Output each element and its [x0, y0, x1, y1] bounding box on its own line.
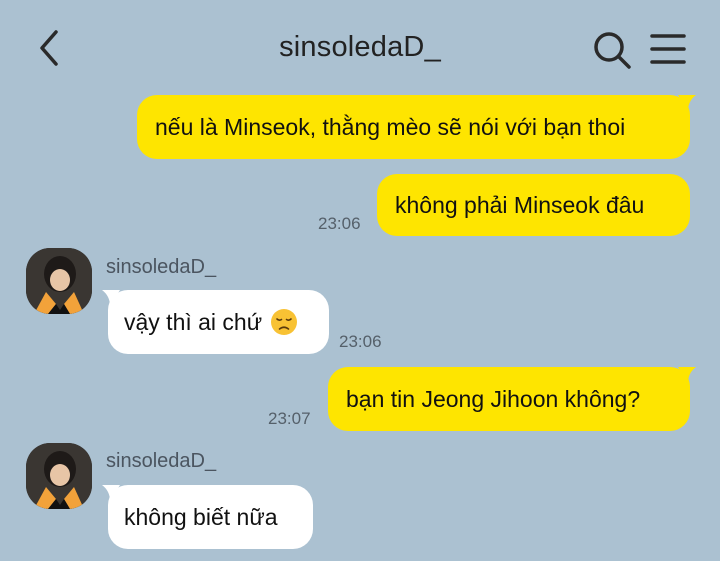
avatar[interactable]	[26, 443, 92, 509]
message-bubble-outgoing[interactable]: nếu là Minseok, thằng mèo sẽ nói với bạn…	[137, 95, 690, 159]
message-bubble-incoming[interactable]: vậy thì ai chứ	[108, 290, 329, 354]
disappointed-face-emoji	[271, 309, 298, 335]
message-text: bạn tin Jeong Jihoon không?	[346, 385, 641, 412]
bubble-tail	[102, 485, 120, 501]
message-bubble-outgoing[interactable]: bạn tin Jeong Jihoon không?	[328, 367, 690, 431]
menu-button[interactable]	[650, 32, 686, 66]
profile-photo	[26, 443, 92, 509]
message-timestamp: 23:07	[268, 409, 311, 428]
search-button[interactable]	[592, 30, 632, 70]
message-timestamp: 23:06	[339, 332, 382, 351]
hamburger-menu-icon	[650, 34, 686, 64]
sender-name: sinsoledaD_	[106, 450, 217, 472]
profile-photo	[26, 248, 92, 314]
bubble-tail	[102, 290, 120, 306]
bubble-tail	[678, 367, 696, 383]
sender-name: sinsoledaD_	[106, 256, 217, 278]
message-text: không biết nữa	[124, 503, 278, 530]
avatar[interactable]	[26, 248, 92, 314]
message-text: không phải Minseok đâu	[395, 191, 645, 218]
message-bubble-incoming[interactable]: không biết nữa	[108, 485, 313, 549]
message-text: nếu là Minseok, thằng mèo sẽ nói với bạn…	[155, 113, 626, 140]
message-timestamp: 23:06	[318, 214, 361, 233]
chat-header: sinsoledaD_	[0, 0, 720, 96]
search-icon	[594, 32, 631, 69]
message-text: vậy thì ai chứ	[124, 308, 263, 335]
message-bubble-outgoing[interactable]: không phải Minseok đâu	[377, 174, 690, 236]
bubble-tail	[678, 95, 696, 111]
